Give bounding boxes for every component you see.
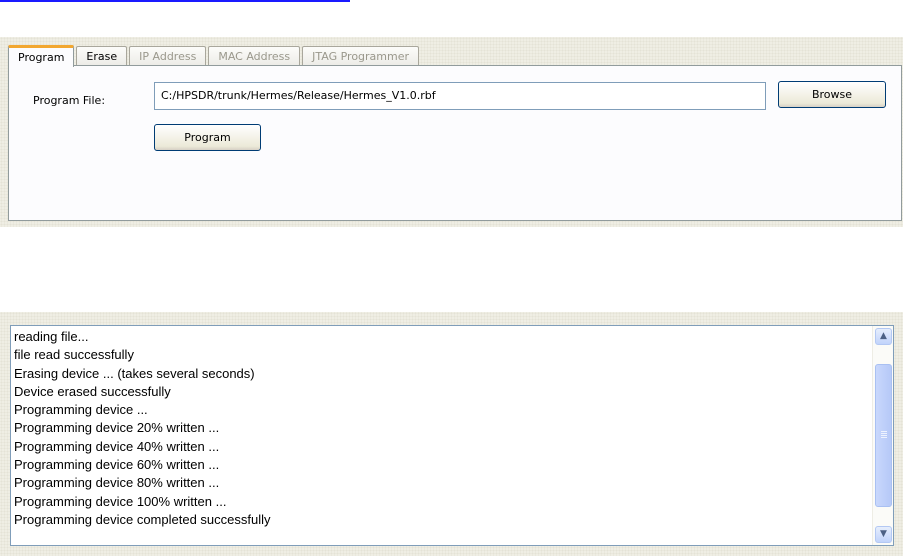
scrollbar-thumb[interactable] (875, 364, 892, 507)
program-button[interactable]: Program (154, 124, 261, 151)
program-file-label: Program File: (33, 94, 106, 107)
log-line: Erasing device ... (takes several second… (14, 365, 255, 381)
log-line: Programming device 80% written ... (14, 475, 220, 491)
tab-program[interactable]: Program (8, 45, 75, 67)
log-output[interactable]: reading file... file read successfully E… (10, 325, 894, 546)
log-line: Programming device ... (14, 402, 148, 418)
tab-bar: Program Erase IP Address MAC Address JTA… (8, 44, 421, 67)
log-line: Device erased successfully (14, 383, 171, 399)
log-line: reading file... (14, 329, 89, 344)
browse-button[interactable]: Browse (778, 81, 886, 108)
tab-mac-address[interactable]: MAC Address (208, 46, 301, 66)
program-tab-page: Program File: C:/HPSDR/trunk/Hermes/Rele… (8, 65, 902, 221)
log-line: Programming device completed successfull… (14, 511, 271, 527)
log-line: Programming device 60% written ... (14, 457, 220, 473)
header-link-underline (0, 0, 350, 2)
scrollbar-grip-icon (881, 431, 887, 439)
log-line: Programming device 100% written ... (14, 493, 227, 509)
tab-erase[interactable]: Erase (76, 46, 128, 66)
program-file-input[interactable]: C:/HPSDR/trunk/Hermes/Release/Hermes_V1.… (154, 82, 766, 110)
log-line: Programming device 20% written ... (14, 420, 220, 436)
scroll-up-arrow-icon[interactable]: ▲ (875, 328, 892, 345)
scroll-down-arrow-icon[interactable]: ▼ (875, 526, 892, 543)
log-vertical-scrollbar[interactable]: ▲ ▼ (872, 326, 893, 545)
tab-ip-address[interactable]: IP Address (129, 46, 207, 66)
log-line: Programming device 40% written ... (14, 438, 220, 454)
log-line: file read successfully (14, 347, 134, 363)
tab-jtag-programmer[interactable]: JTAG Programmer (302, 46, 420, 66)
log-text: reading file... file read successfully E… (14, 328, 869, 529)
